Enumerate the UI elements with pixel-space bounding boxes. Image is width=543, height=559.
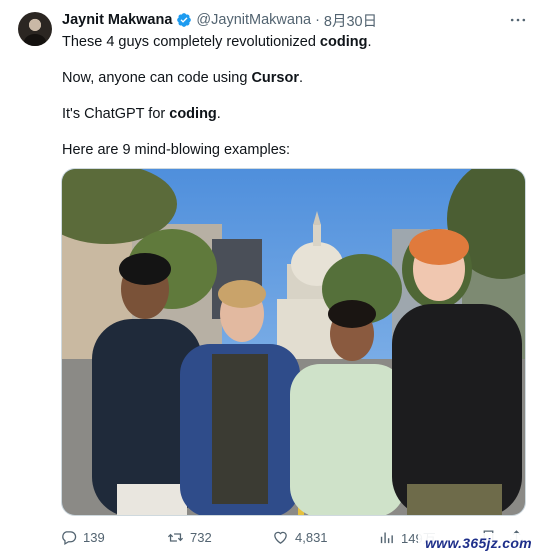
tweet-photo[interactable] — [61, 168, 526, 516]
views-chart-icon — [380, 532, 393, 543]
like-count: 4,831 — [295, 529, 328, 545]
tweet-line-2: Now, anyone can code using Cursor. — [62, 70, 304, 86]
heart-icon — [274, 531, 287, 544]
tweet-card[interactable]: Jaynit Makwana @JaynitMakwana · 8月30日 Th… — [0, 0, 543, 559]
more-options-icon[interactable] — [507, 12, 529, 28]
tweet-text: These 4 guys completely revolutionized c… — [62, 32, 522, 160]
reply-button[interactable]: 139 — [60, 526, 105, 548]
tweet-date[interactable]: 8月30日 — [324, 10, 377, 31]
tweet-header: Jaynit Makwana @JaynitMakwana · 8月30日 — [62, 10, 377, 30]
repost-icon — [167, 532, 184, 542]
tweet-line-1: These 4 guys completely revolutionized c… — [62, 34, 372, 50]
repost-button[interactable]: 732 — [167, 526, 212, 548]
author-handle[interactable]: @JaynitMakwana — [196, 12, 311, 28]
repost-count: 732 — [190, 529, 212, 545]
verified-badge-icon — [176, 12, 192, 28]
separator-dot: · — [315, 12, 320, 28]
like-button[interactable]: 4,831 — [272, 526, 328, 548]
reply-count: 139 — [83, 529, 105, 545]
tweet-line-4: Here are 9 mind-blowing examples: — [62, 142, 291, 158]
watermark: www.365jz.com — [418, 533, 539, 553]
tweet-line-3: It's ChatGPT for coding. — [62, 106, 221, 122]
reply-icon — [62, 530, 77, 545]
avatar[interactable] — [18, 12, 52, 46]
author-name[interactable]: Jaynit Makwana — [62, 12, 172, 28]
